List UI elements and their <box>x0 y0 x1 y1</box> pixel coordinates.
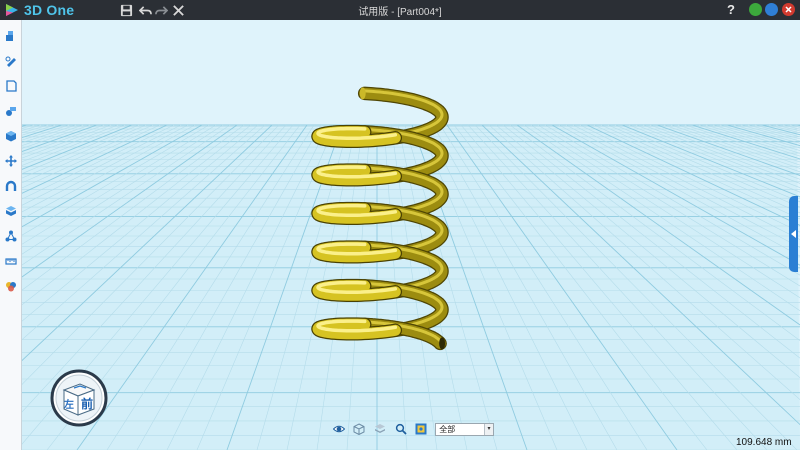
filter-select[interactable]: 全部 ▾ <box>435 422 494 436</box>
sketch-icon[interactable] <box>3 53 19 69</box>
basic-shapes-icon[interactable] <box>3 28 19 44</box>
close-button[interactable] <box>782 3 795 16</box>
spring-start-cap <box>359 87 366 100</box>
app-logo: 3D One <box>4 1 94 19</box>
zoom-icon[interactable] <box>394 422 408 436</box>
side-panel-toggle[interactable] <box>789 196 798 272</box>
feature-modeling-icon[interactable] <box>3 128 19 144</box>
app-name: 3D One <box>24 2 75 18</box>
bottom-view-bar: 全部 ▾ <box>332 421 494 437</box>
viewcube-left-face[interactable]: 左 <box>64 396 74 411</box>
chevron-left-icon <box>790 230 796 238</box>
maximize-button[interactable] <box>765 3 778 16</box>
view-icon[interactable] <box>332 422 346 436</box>
close-icon <box>785 6 792 13</box>
view-cube[interactable]: 左 前 <box>50 369 108 427</box>
feature-toolbar <box>0 20 22 450</box>
layers-icon[interactable] <box>373 422 387 436</box>
3d-viewport[interactable] <box>22 20 800 450</box>
magnet-icon[interactable] <box>3 178 19 194</box>
save-icon[interactable] <box>118 2 134 18</box>
array-icon[interactable] <box>3 228 19 244</box>
transform-icon[interactable] <box>3 153 19 169</box>
wireframe-icon[interactable] <box>353 422 367 436</box>
measure-icon[interactable] <box>3 253 19 269</box>
special-features-icon[interactable] <box>3 103 19 119</box>
viewcube-front-face[interactable]: 前 <box>81 395 93 412</box>
filter-icon[interactable] <box>415 422 429 436</box>
spring-end-cap <box>439 337 446 350</box>
group-icon[interactable] <box>3 203 19 219</box>
minimize-button[interactable] <box>749 3 762 16</box>
title-bar: 3D One 试用版 - [Part004*] ? <box>0 0 800 20</box>
logo-mark-icon <box>6 4 18 16</box>
undo-icon[interactable] <box>137 2 153 18</box>
material-render-icon[interactable] <box>3 278 19 294</box>
scene-canvas[interactable] <box>22 20 800 450</box>
cancel-icon[interactable] <box>170 2 186 18</box>
help-button[interactable]: ? <box>724 1 738 19</box>
filter-select-value: 全部 <box>439 424 456 434</box>
scale-readout: 109.648 mm <box>736 437 792 448</box>
redo-icon[interactable] <box>153 2 169 18</box>
sketch-edit-icon[interactable] <box>3 78 19 94</box>
chevron-down-icon[interactable]: ▾ <box>483 423 493 435</box>
